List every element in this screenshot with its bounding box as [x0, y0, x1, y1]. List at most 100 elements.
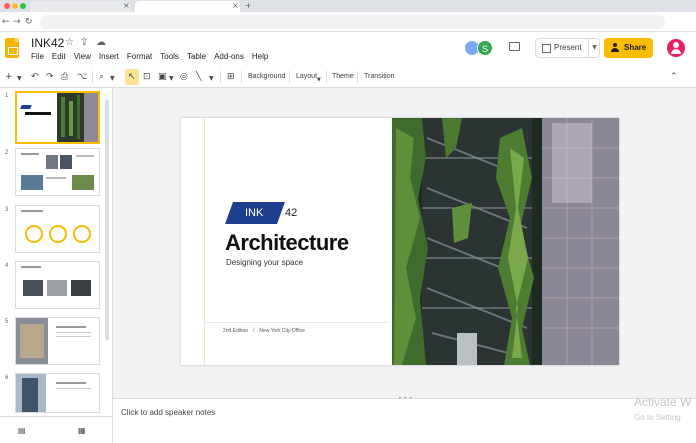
canvas-scrollbar[interactable] — [688, 88, 696, 398]
minimize-window-icon[interactable] — [12, 3, 18, 9]
menu-file[interactable]: File — [31, 52, 44, 62]
slide-thumbnail-3[interactable] — [15, 205, 100, 253]
browser-tab-active[interactable] — [135, 1, 240, 12]
building-image — [392, 118, 619, 365]
zoom-icon[interactable]: ⌕ — [99, 71, 104, 83]
slide-thumbnail-5[interactable] — [15, 317, 100, 365]
image-icon[interactable]: ▣ — [158, 71, 167, 83]
menu-bar: File Edit View Insert Format Tools Table… — [31, 52, 268, 62]
transition-button[interactable]: Transition — [364, 72, 394, 82]
toolbar-divider — [289, 71, 290, 83]
reload-icon[interactable]: ↻ — [25, 16, 33, 28]
thumbnail-5-preview — [16, 318, 91, 364]
browser-tab-inactive[interactable] — [30, 1, 130, 12]
filmstrip-scrollbar[interactable] — [105, 100, 109, 340]
speaker-notes-placeholder[interactable]: Click to add speaker notes — [121, 408, 215, 418]
star-icon[interactable]: ☆ — [65, 37, 74, 49]
menu-insert[interactable]: Insert — [99, 52, 119, 62]
toolbar-divider — [357, 71, 358, 83]
edition-text: 2nd Edition — [223, 328, 249, 334]
slide-filmstrip[interactable]: 1 2 3 4 5 6 — [0, 88, 113, 416]
new-tab-icon[interactable]: + — [245, 1, 252, 11]
slide-subtitle[interactable]: Designing your space — [226, 258, 303, 268]
present-button[interactable]: Present — [536, 39, 588, 57]
menu-format[interactable]: Format — [127, 52, 152, 62]
print-icon[interactable]: ⎙ — [61, 71, 68, 83]
slide-canvas[interactable]: INK 42 Architecture Designing your space… — [113, 88, 696, 398]
person-icon — [611, 43, 620, 52]
move-folder-icon[interactable]: ⇪ — [80, 37, 88, 49]
tab-close-icon[interactable]: × — [232, 1, 239, 11]
shape-icon[interactable]: ◎ — [180, 71, 188, 83]
slide-number: 3 — [5, 207, 9, 213]
current-slide[interactable]: INK 42 Architecture Designing your space… — [181, 118, 619, 365]
new-slide-icon[interactable]: + — [5, 71, 13, 83]
slide-thumbnail-1[interactable] — [15, 91, 100, 144]
collaborator-avatar-s[interactable]: S — [477, 40, 493, 56]
slide-number: 2 — [5, 150, 9, 156]
slide-divider — [204, 322, 390, 323]
cloud-status-icon[interactable]: ☁ — [96, 37, 106, 49]
office-text: New York City Office — [259, 328, 305, 334]
line-chevron-icon[interactable]: ▼ — [209, 73, 214, 85]
slides-logo-icon[interactable] — [5, 38, 19, 58]
paint-format-icon[interactable]: ⌥ — [77, 71, 87, 83]
menu-edit[interactable]: Edit — [52, 52, 66, 62]
notes-resize-handle-icon[interactable]: • • • — [398, 396, 412, 402]
filmstrip-footer: ▤ ▦ — [0, 416, 113, 443]
account-avatar-icon[interactable] — [667, 39, 685, 57]
menu-help[interactable]: Help — [252, 52, 268, 62]
tab-close-icon[interactable]: × — [123, 1, 130, 11]
toolbar-divider — [241, 71, 242, 83]
theme-button[interactable]: Theme — [332, 72, 354, 82]
thumbnail-6-preview — [16, 374, 91, 412]
image-chevron-icon[interactable]: ▼ — [169, 73, 174, 85]
close-window-icon[interactable] — [4, 3, 10, 9]
layout-button[interactable]: Layout — [296, 72, 317, 82]
redo-icon[interactable]: ↷ — [46, 71, 54, 83]
toolbar-divider — [326, 71, 327, 83]
menu-view[interactable]: View — [74, 52, 91, 62]
ink-logo-number[interactable]: 42 — [285, 205, 297, 221]
omnibox-input[interactable] — [40, 15, 665, 29]
slide-number: 6 — [5, 375, 9, 381]
share-button[interactable]: Share — [604, 38, 653, 58]
footer-separator: / — [253, 328, 255, 334]
editing-toolbar: + ▼ ↶ ↷ ⎙ ⌥ ⌕ ▼ ↖ ⊡ ▣ ▼ ◎ ╲ ▼ ⊞ Backgrou… — [0, 66, 696, 88]
undo-icon[interactable]: ↶ — [31, 71, 39, 83]
toolbar-divider — [220, 71, 221, 83]
architecture-photo[interactable] — [392, 118, 619, 365]
present-button-group: Present ▼ — [535, 38, 600, 58]
maximize-window-icon[interactable] — [20, 3, 26, 9]
slide-thumbnail-6[interactable] — [15, 373, 100, 413]
select-cursor-icon[interactable]: ↖ — [128, 71, 136, 83]
slide-footer[interactable]: 2nd Edition / New York City Office — [223, 328, 305, 335]
insert-comment-icon[interactable]: ⊞ — [227, 71, 235, 83]
background-button[interactable]: Background — [248, 72, 285, 82]
back-icon[interactable]: ← — [2, 16, 10, 28]
ink-logo-text[interactable]: INK — [245, 205, 263, 221]
thumbnail-2-preview — [21, 153, 94, 190]
menu-tools[interactable]: Tools — [160, 52, 179, 62]
slide-number: 1 — [5, 93, 9, 99]
browser-tabstrip: × × + — [0, 0, 696, 12]
app-header: INK42 ☆ ⇪ ☁ File Edit View Insert Format… — [0, 32, 696, 66]
slide-thumbnail-4[interactable] — [15, 261, 100, 309]
zoom-chevron-icon[interactable]: ▼ — [110, 73, 115, 85]
filmstrip-view-icon[interactable]: ▤ — [18, 426, 26, 436]
speaker-notes-panel[interactable]: • • • Click to add speaker notes — [113, 396, 696, 443]
slide-title[interactable]: Architecture — [225, 230, 349, 256]
menu-add-ons[interactable]: Add-ons — [214, 52, 244, 62]
grid-view-icon[interactable]: ▦ — [78, 426, 86, 436]
present-options-chevron-icon[interactable]: ▼ — [588, 39, 600, 57]
line-icon[interactable]: ╲ — [196, 71, 201, 83]
menu-table[interactable]: Table — [187, 52, 206, 62]
collapse-toolbar-chevron-icon[interactable]: ⌃ — [670, 71, 678, 83]
slide-thumbnail-2[interactable] — [15, 148, 100, 196]
comment-history-icon[interactable] — [509, 42, 520, 51]
layout-chevron-icon[interactable]: ▼ — [317, 74, 321, 86]
text-box-icon[interactable]: ⊡ — [143, 71, 151, 83]
forward-icon[interactable]: → — [13, 16, 21, 28]
document-title[interactable]: INK42 — [31, 36, 64, 50]
new-slide-chevron-icon[interactable]: ▼ — [17, 73, 22, 85]
